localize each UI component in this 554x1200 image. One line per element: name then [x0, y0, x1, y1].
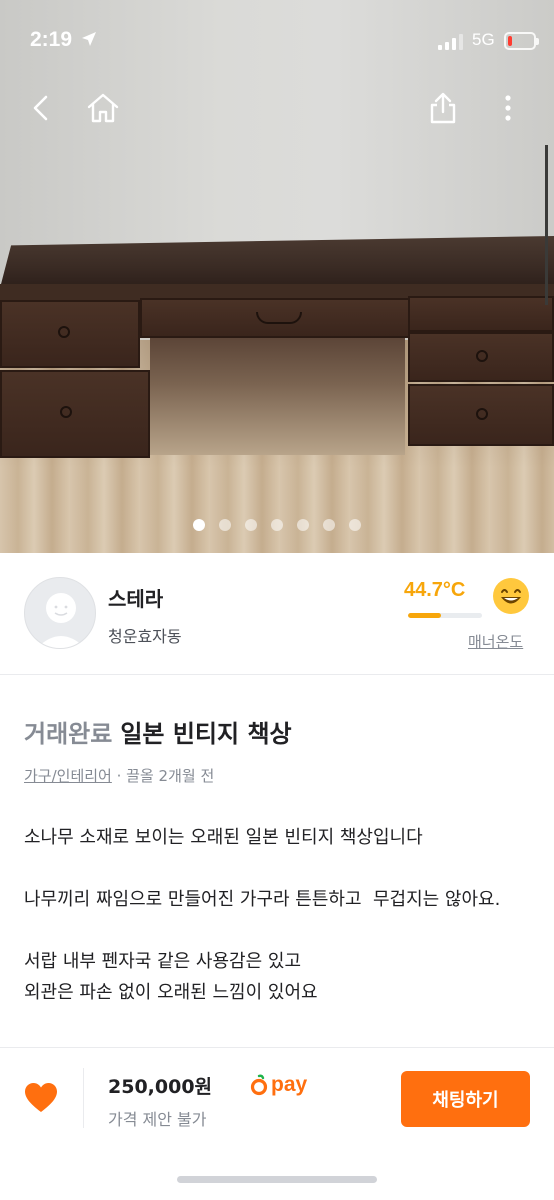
- carrot-icon: [250, 1074, 268, 1096]
- trade-status: 거래완료: [24, 720, 113, 748]
- post-title: 일본 빈티지 책상: [120, 720, 292, 748]
- photo-drawer-knob: [476, 408, 488, 420]
- default-avatar-icon: [37, 593, 85, 648]
- pagination-dot[interactable]: [245, 519, 257, 531]
- photo-drawer: [408, 384, 554, 446]
- seller-nickname[interactable]: 스테라: [108, 583, 163, 612]
- network-label: 5G: [472, 30, 495, 49]
- heart-icon[interactable]: [24, 1082, 58, 1114]
- post-time: · 끌올 2개월 전: [111, 767, 215, 785]
- location-arrow-icon: [80, 30, 98, 52]
- smile-face-icon: [493, 578, 529, 614]
- photo-desk-kneehole: [150, 335, 405, 455]
- pagination-dot[interactable]: [297, 519, 309, 531]
- karrot-pay-badge: pay: [250, 1072, 307, 1098]
- photo-drawer-knob: [476, 350, 488, 362]
- status-bar: 2:19 5G: [0, 22, 554, 62]
- manner-temp-bar: [408, 613, 482, 618]
- pay-label: pay: [271, 1073, 308, 1096]
- more-icon: [505, 95, 511, 121]
- back-icon: [33, 95, 48, 121]
- pagination-dot[interactable]: [271, 519, 283, 531]
- more-button[interactable]: [486, 86, 530, 130]
- battery-icon: [504, 32, 539, 50]
- price: 250,000원: [108, 1076, 213, 1098]
- manner-temp-fill: [408, 613, 442, 618]
- photo-pagination[interactable]: [0, 519, 554, 531]
- back-button[interactable]: [20, 86, 64, 130]
- photo-drawer: [408, 296, 554, 332]
- price-negotiation: 가격 제안 불가: [108, 1110, 207, 1129]
- photo-drawer-knob: [58, 326, 70, 338]
- pagination-dot[interactable]: [193, 519, 205, 531]
- photo-drawer: [140, 298, 410, 338]
- avatar[interactable]: [24, 577, 96, 649]
- share-button[interactable]: [421, 86, 465, 130]
- photo-drawer-knob: [60, 406, 72, 418]
- photo-drawer: [0, 300, 140, 368]
- pagination-dot[interactable]: [323, 519, 335, 531]
- battery-level: [508, 36, 512, 46]
- manner-temp-link[interactable]: 매너온도: [468, 631, 523, 652]
- chat-button[interactable]: 채팅하기: [401, 1071, 530, 1127]
- category-link[interactable]: 가구/인테리어: [24, 767, 112, 785]
- signal-icon: [438, 34, 463, 50]
- share-icon: [430, 92, 456, 124]
- post-meta: 가구/인테리어 · 끌올 2개월 전: [24, 765, 214, 786]
- photo-drawer: [0, 370, 150, 458]
- status-time: 2:19: [30, 28, 73, 51]
- seller-region: 청운효자동: [108, 627, 182, 646]
- post-description: 소나무 소재로 보이는 오래된 일본 빈티지 책상입니다 나무끼리 짜임으로 만…: [24, 827, 501, 1003]
- photo-cable: [545, 145, 548, 305]
- photo-drawer-handle: [256, 312, 302, 324]
- seller-profile[interactable]: 스테라 청운효자동 44.7°C 매너온도: [0, 553, 554, 675]
- pagination-dot[interactable]: [349, 519, 361, 531]
- home-button[interactable]: [81, 86, 125, 130]
- pagination-dot[interactable]: [219, 519, 231, 531]
- home-icon: [87, 93, 119, 123]
- bottom-divider: [83, 1068, 84, 1128]
- photo-drawer: [408, 332, 554, 382]
- post-title-row: 거래완료 일본 빈티지 책상: [24, 714, 292, 749]
- manner-temperature: 44.7°C: [404, 579, 466, 601]
- home-indicator[interactable]: [177, 1176, 377, 1183]
- product-photo[interactable]: [0, 0, 554, 553]
